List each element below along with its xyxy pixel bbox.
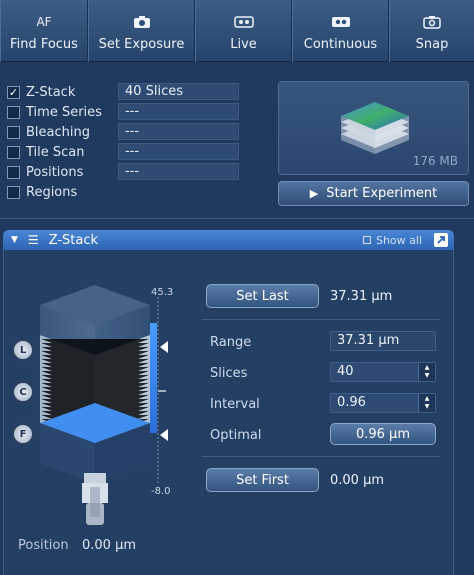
last-marker-text: L — [19, 344, 27, 356]
continuous-label: Continuous — [303, 36, 378, 52]
snap-camera-icon — [423, 11, 441, 33]
controls-divider-top — [202, 319, 440, 320]
bleaching-label: Bleaching — [26, 124, 90, 140]
slices-spinner[interactable]: ▲ ▼ — [418, 363, 435, 381]
scale-top-value: 45.3 — [151, 287, 174, 298]
bleaching-checkbox[interactable] — [7, 125, 20, 139]
slices-label: Slices — [210, 366, 248, 381]
acquisition-toolbar: AF Find Focus Set Exposure Live Continuo… — [0, 0, 474, 62]
range-label: Range — [210, 335, 252, 350]
tile-scan-label: Tile Scan — [26, 144, 85, 160]
start-experiment-label: Start Experiment — [326, 186, 438, 201]
set-first-value: 0.00 µm — [330, 473, 385, 488]
af-icon: AF — [36, 11, 51, 33]
last-slider-handle[interactable] — [160, 341, 168, 353]
first-marker-button[interactable]: F — [12, 423, 34, 445]
positions-value: --- — [118, 163, 239, 180]
spin-up-icon[interactable]: ▲ — [425, 395, 430, 403]
experiment-preview: 176 MB — [278, 81, 469, 175]
regions-checkbox[interactable] — [7, 185, 20, 199]
z-stack-checkbox[interactable]: ✓ — [7, 85, 20, 99]
time-series-value: --- — [118, 103, 239, 120]
camera-icon — [133, 11, 151, 33]
z-stack-panel-header[interactable]: ▼ ☰ Z-Stack Show all — [3, 230, 454, 250]
interval-label: Interval — [210, 397, 260, 412]
center-marker-button[interactable]: C — [12, 381, 34, 403]
scale-bottom-value: -8.0 — [151, 486, 171, 497]
z-stack-value: 40 Slices — [118, 83, 239, 100]
range-value: 37.31 µm — [330, 331, 436, 351]
show-all-checkbox[interactable] — [362, 236, 371, 244]
optimal-label: Optimal — [210, 428, 262, 443]
tile-scan-value: --- — [118, 143, 239, 160]
spin-down-icon[interactable]: ▼ — [425, 403, 430, 411]
stack-preview-icon — [341, 102, 409, 154]
positions-label: Positions — [26, 164, 84, 180]
snap-label: Snap — [415, 36, 449, 52]
live-label: Live — [230, 36, 257, 52]
set-exposure-button[interactable]: Set Exposure — [88, 0, 195, 62]
start-experiment-button[interactable]: ▶ Start Experiment — [278, 181, 469, 206]
first-slider-handle[interactable] — [160, 429, 168, 441]
set-last-button[interactable]: Set Last — [206, 284, 319, 308]
objective-icon — [82, 473, 108, 525]
z-stack-visualization — [39, 285, 168, 525]
option-positions[interactable]: Positions — [7, 163, 83, 181]
time-series-label: Time Series — [26, 104, 102, 120]
tile-scan-checkbox[interactable] — [7, 145, 20, 159]
set-exposure-label: Set Exposure — [98, 36, 185, 52]
interval-input-text: 0.96 — [337, 395, 366, 410]
optimal-button[interactable]: 0.96 µm — [330, 423, 436, 445]
range-slider-track[interactable] — [150, 323, 157, 433]
time-series-checkbox[interactable] — [7, 105, 20, 119]
section-divider — [0, 218, 474, 219]
live-camera-icon — [233, 11, 254, 33]
collapse-chevron-icon[interactable]: ▼ — [11, 235, 18, 245]
spin-up-icon[interactable]: ▲ — [425, 364, 430, 372]
set-last-value: 37.31 µm — [330, 289, 393, 304]
show-all-label[interactable]: Show all — [376, 234, 422, 247]
live-button[interactable]: Live — [195, 0, 292, 62]
detach-panel-icon[interactable] — [434, 233, 448, 247]
option-time-series[interactable]: Time Series — [7, 103, 102, 121]
z-stack-panel-title: Z-Stack — [48, 232, 99, 248]
find-focus-label: Find Focus — [10, 36, 78, 52]
find-focus-button[interactable]: AF Find Focus — [0, 0, 88, 62]
z-stack-label: Z-Stack — [26, 84, 76, 100]
data-size-label: 176 MB — [412, 154, 458, 168]
play-icon: ▶ — [309, 187, 319, 200]
spin-down-icon[interactable]: ▼ — [425, 372, 430, 380]
af-icon-text: AF — [36, 14, 52, 29]
positions-checkbox[interactable] — [7, 165, 20, 179]
last-marker-button[interactable]: L — [12, 339, 34, 361]
controls-divider-bottom — [202, 456, 440, 457]
center-marker-text: C — [19, 386, 27, 398]
continuous-button[interactable]: Continuous — [292, 0, 389, 62]
interval-input[interactable]: 0.96 ▲ ▼ — [330, 393, 436, 413]
bleaching-value: --- — [118, 123, 239, 140]
regions-label: Regions — [26, 184, 78, 200]
continuous-camera-icon — [331, 11, 351, 33]
interval-spinner[interactable]: ▲ ▼ — [418, 394, 435, 412]
option-z-stack[interactable]: ✓ Z-Stack — [7, 83, 75, 101]
first-marker-text: F — [19, 428, 27, 440]
option-bleaching[interactable]: Bleaching — [7, 123, 90, 141]
position-value: 0.00 µm — [82, 538, 137, 553]
option-tile-scan[interactable]: Tile Scan — [7, 143, 85, 161]
snap-button[interactable]: Snap — [389, 0, 474, 62]
position-label: Position — [18, 538, 69, 553]
list-icon: ☰ — [27, 233, 39, 247]
option-regions[interactable]: Regions — [7, 183, 77, 201]
set-first-button[interactable]: Set First — [206, 468, 319, 492]
slices-input-text: 40 — [337, 364, 354, 379]
slices-input[interactable]: 40 ▲ ▼ — [330, 362, 436, 382]
